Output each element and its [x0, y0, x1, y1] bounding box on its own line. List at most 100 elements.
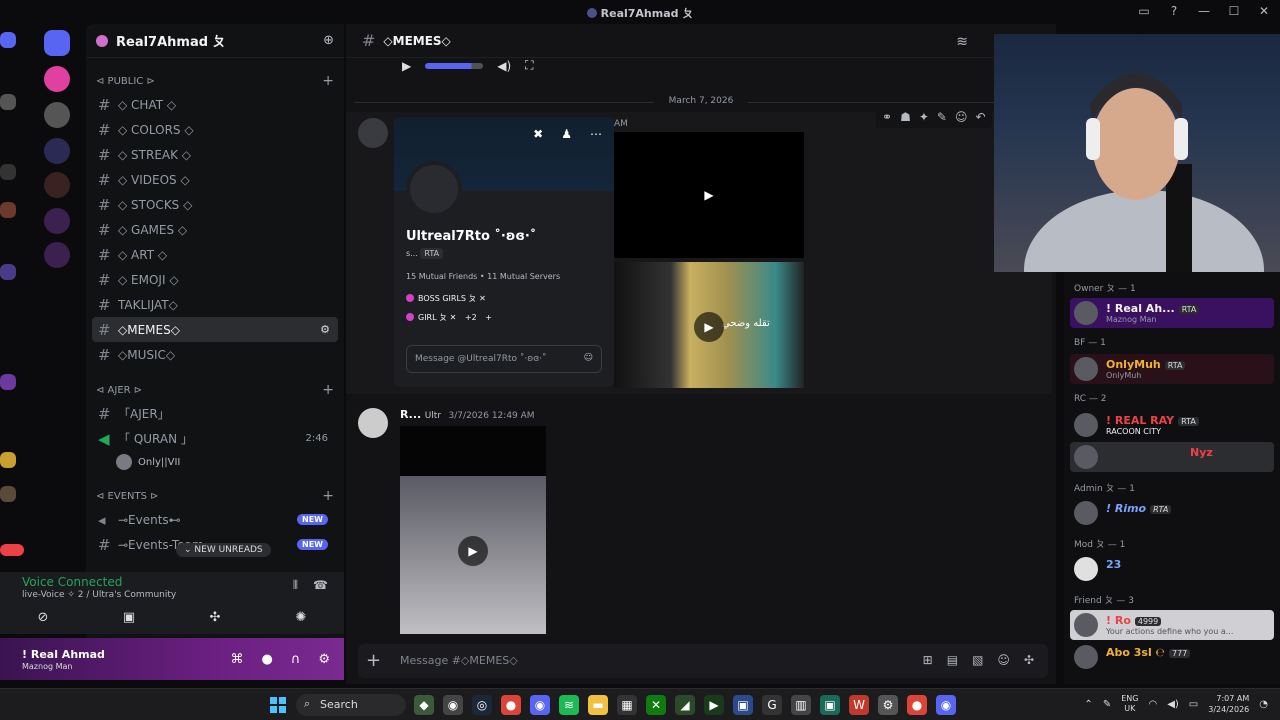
category-public[interactable]: ⊲ PUBLIC ⊳ + — [86, 70, 344, 92]
widgets-icon[interactable]: ◆ — [414, 695, 434, 715]
profile-avatar[interactable] — [406, 161, 462, 217]
threads-icon[interactable]: ≋ — [956, 34, 968, 50]
app-icon[interactable]: ▣ — [733, 695, 753, 715]
settings-icon[interactable]: ⚙ — [318, 652, 330, 667]
wifi-icon[interactable]: ◠ — [1148, 699, 1157, 710]
apps-icon[interactable]: ✣ — [1024, 653, 1034, 667]
camera-app-icon[interactable]: ◉ — [443, 695, 463, 715]
user-panel[interactable]: ! Real Ahmad Maznog Man ⌘ ● ∩ ⚙ — [0, 638, 344, 680]
play-icon[interactable]: ▶ — [458, 536, 488, 566]
member-item[interactable]: Abo 3sl ℮ 777 — [1070, 642, 1274, 672]
more-roles[interactable]: +2 — [465, 313, 477, 322]
activities-icon[interactable]: ✣ — [185, 610, 245, 630]
fullscreen-icon[interactable]: ⛶ — [525, 58, 533, 73]
server-edge-icon[interactable] — [0, 264, 16, 280]
gif-icon[interactable]: ▤ — [947, 653, 958, 667]
disconnect-icon[interactable]: ☎ — [313, 578, 328, 592]
message-composer[interactable]: + Message #◇MEMES◇ ⊞ ▤ ▧ ☺ ✣ — [358, 644, 1048, 678]
play-icon[interactable]: ▶ — [402, 59, 411, 73]
xbox-icon[interactable]: ✕ — [646, 695, 666, 715]
member-item[interactable]: ! Real Ah... RTA Maznog Man — [1070, 298, 1274, 328]
member-item[interactable]: OnlyMuh RTA OnlyMuh — [1070, 354, 1274, 384]
edit-icon[interactable]: ✎ — [937, 110, 947, 124]
attach-icon[interactable]: + — [366, 650, 381, 671]
voice-status[interactable]: Voice Connected — [22, 575, 122, 589]
steam-icon[interactable]: ◎ — [472, 695, 492, 715]
server-icon[interactable] — [44, 138, 70, 164]
app-icon[interactable]: ▣ — [820, 695, 840, 715]
add-channel-icon[interactable]: + — [322, 73, 334, 89]
server-icon[interactable] — [44, 208, 70, 234]
server-edge-icon[interactable] — [0, 374, 16, 390]
clock[interactable]: 7:07 AM 3/24/2026 — [1208, 693, 1249, 715]
mutual-info[interactable]: 15 Mutual Friends • 11 Mutual Servers — [406, 272, 560, 281]
member-item[interactable]: Nyz — [1070, 442, 1274, 472]
link-icon[interactable]: ⚭ — [882, 110, 892, 124]
server-icon[interactable] — [44, 66, 70, 92]
headphones-icon[interactable]: ∩ — [291, 652, 301, 667]
channel-art[interactable]: # ◇ ART ◇ — [92, 242, 338, 267]
category-events[interactable]: ⊲ EVENTS ⊳ + — [86, 485, 344, 507]
discord-home-icon[interactable] — [0, 32, 16, 48]
add-friend-icon[interactable]: ♟ — [561, 127, 572, 141]
server-edge-icon[interactable] — [0, 202, 16, 218]
battery-icon[interactable]: ▭ — [1189, 699, 1198, 710]
emoji-icon[interactable]: ☺ — [997, 653, 1010, 667]
channel-stocks[interactable]: # ◇ STOCKS ◇ — [92, 192, 338, 217]
chrome-icon[interactable]: ● — [501, 695, 521, 715]
channel-emoji[interactable]: # ◇ EMOJI ◇ — [92, 267, 338, 292]
play-icon[interactable]: ▶ — [694, 180, 724, 210]
notification-icon[interactable]: ◔ — [1259, 699, 1268, 710]
spotify-icon[interactable]: ≋ — [559, 695, 579, 715]
reply-icon[interactable]: ↶ — [975, 110, 985, 124]
voice-channel-name[interactable]: live-Voice ✧ 2 / Ultra's Community — [22, 590, 176, 600]
chrome-icon[interactable]: ● — [907, 695, 927, 715]
server-edge-icon[interactable] — [0, 164, 16, 180]
windows-start-icon[interactable] — [270, 697, 286, 713]
react-icon[interactable]: ☺ — [955, 110, 968, 124]
file-explorer-icon[interactable]: ▬ — [588, 695, 608, 715]
volume-icon[interactable]: ◀) — [1167, 699, 1179, 710]
server-icon[interactable] — [44, 102, 70, 128]
channel-colors[interactable]: # ◇ COLORS ◇ — [92, 117, 338, 142]
server-icon[interactable] — [44, 172, 70, 198]
taskbar-search[interactable]: ⌕ Search — [296, 694, 406, 716]
noise-icon[interactable]: ⦀ — [293, 578, 298, 593]
gift-icon[interactable]: ⊞ — [923, 653, 933, 667]
video-embed[interactable]: ▶ — [400, 426, 546, 634]
avatar[interactable] — [358, 118, 388, 148]
pen-icon[interactable]: ✎ — [1103, 699, 1111, 710]
channel-chat[interactable]: # ◇ CHAT ◇ — [92, 92, 338, 117]
emoji-icon[interactable]: ☺ — [584, 353, 593, 363]
swords-icon[interactable]: ✖ — [533, 127, 543, 141]
role-pill[interactable]: GIRL ㄆ ✕ — [406, 312, 456, 323]
member-item[interactable]: ! Ro 4999 Your actions define who you a..… — [1070, 610, 1274, 640]
channel-games[interactable]: # ◇ GAMES ◇ — [92, 217, 338, 242]
volume-slider[interactable] — [425, 62, 484, 69]
channel-videos[interactable]: # ◇ VIDEOS ◇ — [92, 167, 338, 192]
server-header[interactable]: Real7Ahmad ㄆ ⊕ — [86, 24, 344, 58]
volume-icon[interactable]: ◀) — [497, 59, 511, 73]
discord-icon[interactable]: ◉ — [936, 695, 956, 715]
more-icon[interactable]: ⋯ — [590, 127, 602, 141]
discord-icon[interactable]: ◉ — [530, 695, 550, 715]
voice-user[interactable]: Only||VII — [86, 451, 344, 473]
app-icon[interactable]: G — [762, 695, 782, 715]
server-edge-icon[interactable] — [0, 486, 16, 502]
thread-icon[interactable]: ☗ — [900, 110, 911, 124]
add-channel-icon[interactable]: + — [322, 488, 334, 504]
app-icon[interactable]: W — [849, 695, 869, 715]
server-icon[interactable] — [44, 30, 70, 56]
language-indicator[interactable]: ENG UK — [1121, 694, 1138, 714]
chevron-up-icon[interactable]: ⌃ — [1084, 699, 1092, 710]
pin-icon[interactable]: ✦ — [919, 110, 929, 124]
gamepad-icon[interactable]: ⌘ — [230, 652, 243, 667]
minimize-icon[interactable]: — — [1196, 3, 1212, 19]
server-edge-icon[interactable] — [0, 452, 16, 468]
add-role-icon[interactable]: + — [485, 313, 492, 322]
nvidia-icon[interactable]: ◢ — [675, 695, 695, 715]
sticker-icon[interactable]: ▧ — [972, 653, 983, 667]
channel-streak[interactable]: # ◇ STREAK ◇ — [92, 142, 338, 167]
camera-off-icon[interactable]: ⊘ — [13, 610, 73, 630]
member-item[interactable]: 23 — [1070, 554, 1274, 584]
